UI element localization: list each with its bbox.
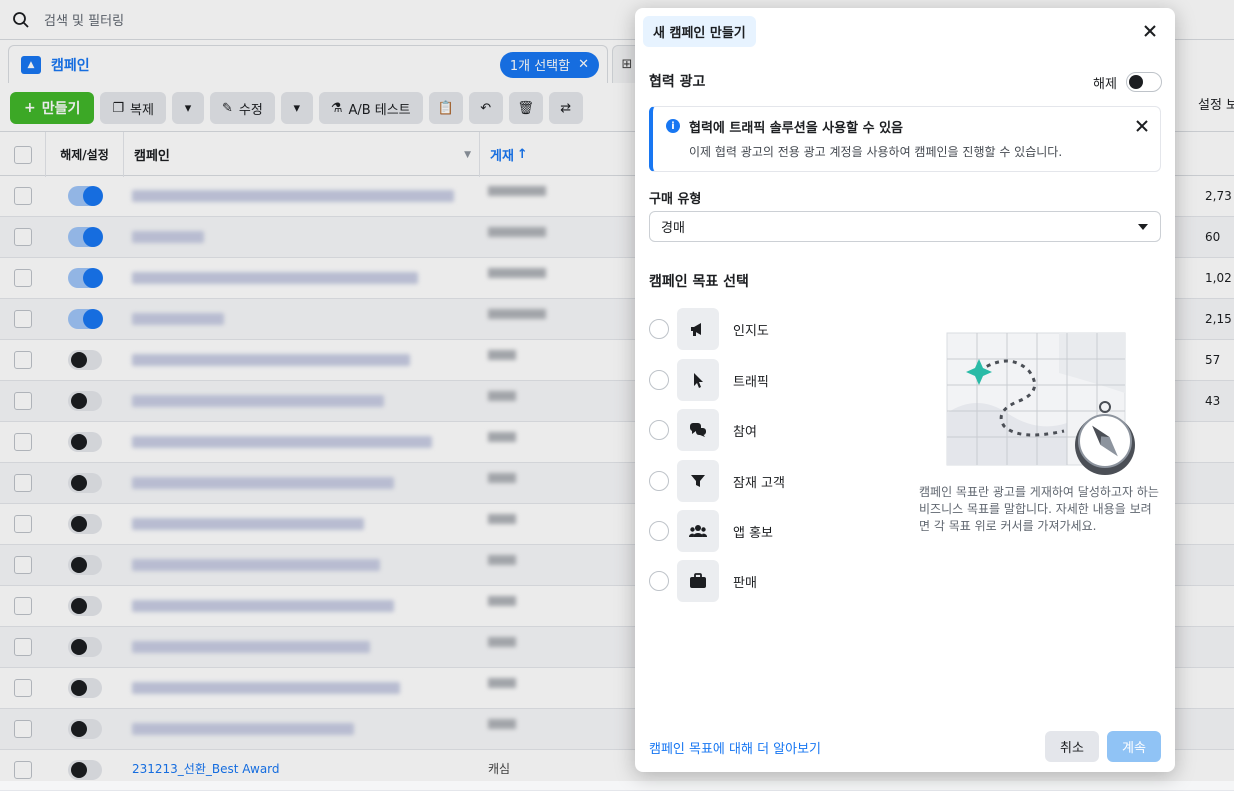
objective-label: 인지도 <box>733 324 769 339</box>
objective-option-sales[interactable]: 판매 <box>649 560 889 602</box>
buying-type-value: 경매 <box>661 221 685 236</box>
cancel-button[interactable]: 취소 <box>1045 731 1099 762</box>
close-icon[interactable] <box>1141 22 1159 40</box>
cursor-icon <box>694 373 703 388</box>
objective-tile <box>677 308 719 350</box>
partner-ads-label: 협력 광고 <box>649 74 706 90</box>
objective-radio[interactable] <box>649 319 669 339</box>
objective-label: 트래픽 <box>733 375 769 390</box>
buying-type-select[interactable]: 경매 <box>649 211 1161 242</box>
caret-down-icon <box>1138 224 1148 230</box>
info-icon: i <box>666 119 680 133</box>
objective-option-awareness[interactable]: 인지도 <box>649 308 889 350</box>
objective-option-engagement[interactable]: 참여 <box>649 409 889 451</box>
objective-option-traffic[interactable]: 트래픽 <box>649 359 889 401</box>
buying-type-label: 구매 유형 <box>649 192 702 207</box>
objective-radio[interactable] <box>649 420 669 440</box>
partner-ads-toggle[interactable] <box>1126 72 1162 92</box>
objective-label: 참여 <box>733 425 757 440</box>
info-banner-title: 협력에 트래픽 솔루션을 사용할 수 있음 <box>689 121 903 136</box>
filter-icon <box>691 475 705 487</box>
objective-label: 판매 <box>733 576 757 591</box>
objective-tile <box>677 460 719 502</box>
toggle-knob <box>1129 75 1143 89</box>
objective-radio[interactable] <box>649 471 669 491</box>
close-icon[interactable] <box>1135 119 1149 133</box>
briefcase-icon <box>690 573 706 588</box>
megaphone-icon <box>691 323 701 336</box>
objective-tile <box>677 560 719 602</box>
people-icon <box>688 525 708 537</box>
objective-radio[interactable] <box>649 521 669 541</box>
objective-option-app-promotion[interactable]: 앱 홍보 <box>649 510 889 552</box>
learn-more-link[interactable]: 캠페인 목표에 대해 더 알아보기 <box>649 738 821 757</box>
create-campaign-dialog: 새 캠페인 만들기 협력 광고 해제 i 협력에 트래픽 솔루션을 사용할 수 … <box>635 8 1175 772</box>
objective-radio[interactable] <box>649 370 669 390</box>
objective-radio[interactable] <box>649 571 669 591</box>
continue-button[interactable]: 계속 <box>1107 731 1161 762</box>
info-banner-description: 이제 협력 광고의 전용 광고 계정을 사용하여 캠페인을 진행할 수 있습니다… <box>689 145 1063 159</box>
objective-tile <box>677 510 719 552</box>
objective-option-leads[interactable]: 잠재 고객 <box>649 460 889 502</box>
map-compass-illustration <box>946 332 1135 475</box>
objective-tile <box>677 409 719 451</box>
chat-bubbles-icon <box>690 423 706 437</box>
objective-description: 캠페인 목표란 광고를 게재하여 달성하고자 하는 비즈니스 목표를 말합니다.… <box>919 485 1159 533</box>
info-banner: i 협력에 트래픽 솔루션을 사용할 수 있음 이제 협력 광고의 전용 광고 … <box>649 106 1161 172</box>
objective-section-title: 캠페인 목표 선택 <box>649 274 749 290</box>
objective-label: 앱 홍보 <box>733 526 774 541</box>
objective-tile <box>677 359 719 401</box>
partner-ads-state: 해제 <box>1093 77 1117 92</box>
objective-label: 잠재 고객 <box>733 476 785 491</box>
dialog-title: 새 캠페인 만들기 <box>643 16 756 47</box>
